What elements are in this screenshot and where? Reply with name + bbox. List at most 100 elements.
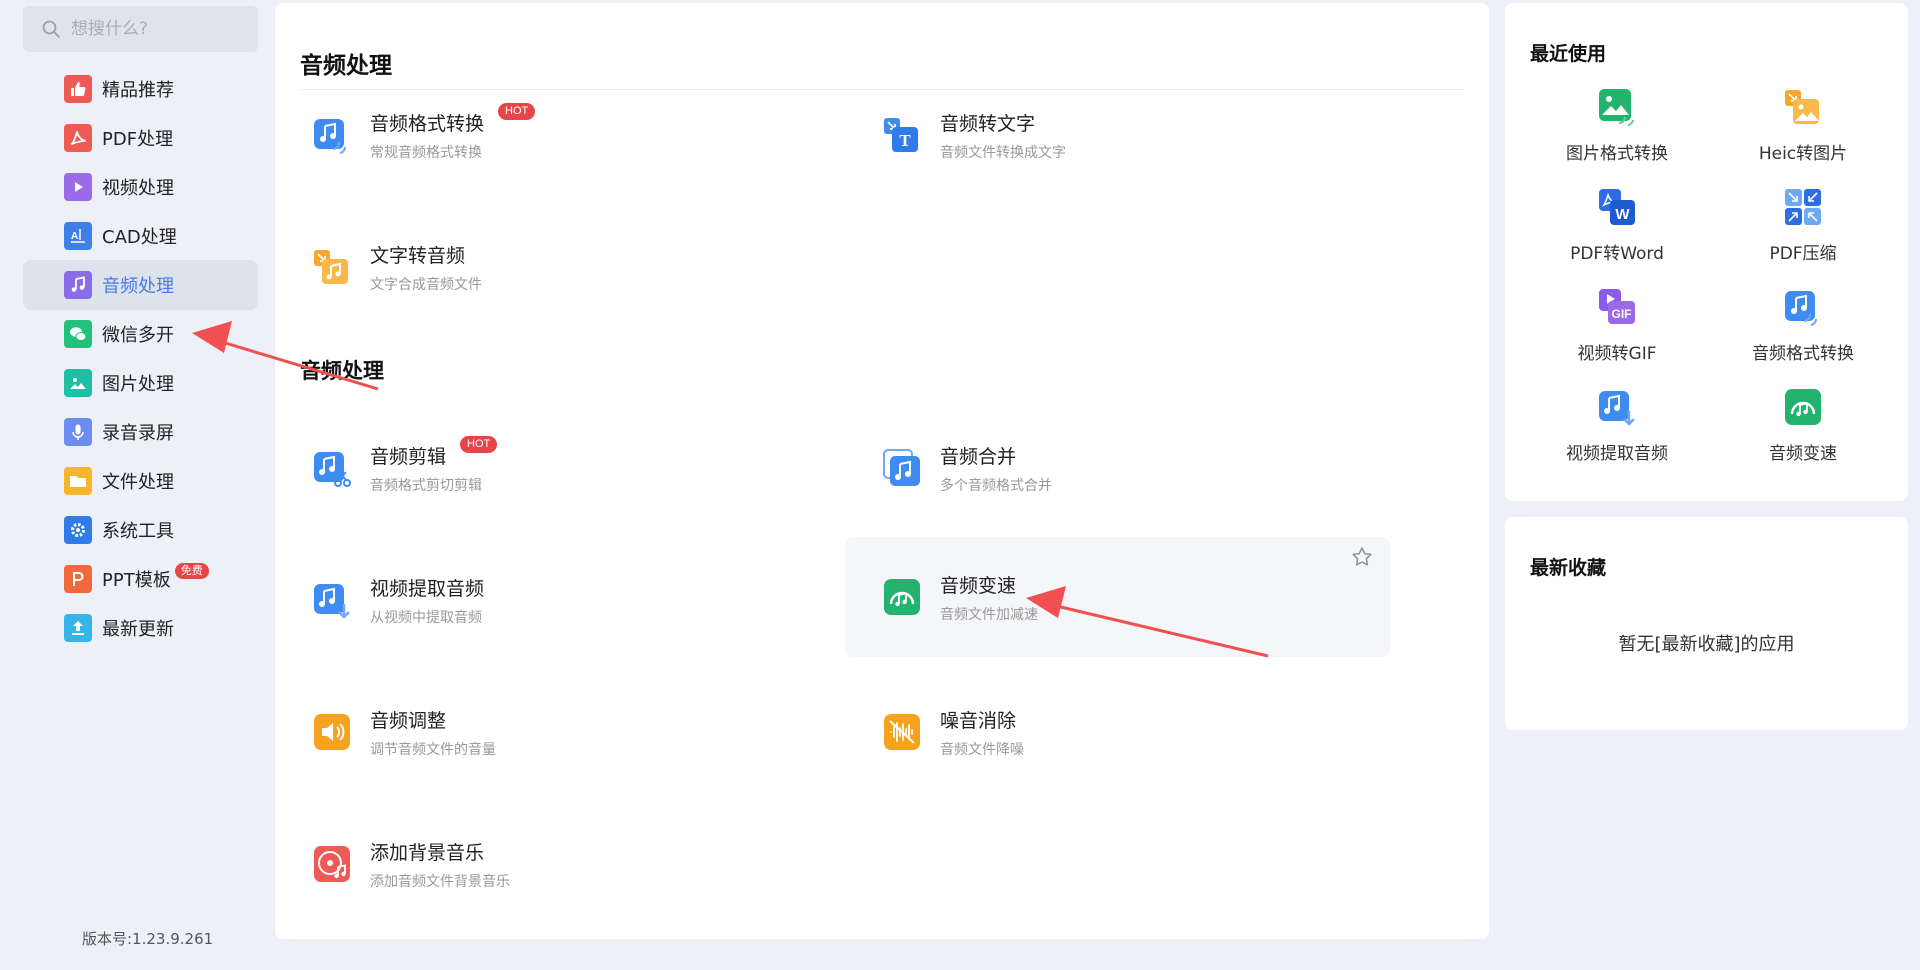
- recent-item-video-to-gif[interactable]: GIF 视频转GIF: [1542, 287, 1692, 377]
- sidebar-item-image[interactable]: 图片处理: [23, 358, 258, 408]
- pdf-to-word-icon: W: [1599, 189, 1635, 225]
- tool-audio-speed[interactable]: 音频变速 音频文件加减速: [845, 537, 1390, 657]
- recent-item-label: Heic转图片: [1758, 144, 1848, 164]
- svg-text:W: W: [1615, 206, 1630, 223]
- background-music-icon: [314, 846, 350, 882]
- tool-name: 音频合并: [940, 445, 1017, 468]
- audio-convert-icon: [314, 119, 347, 154]
- sidebar-item-label: 微信多开: [102, 325, 174, 346]
- sidebar-item-file[interactable]: 文件处理: [23, 456, 258, 506]
- tool-video-extract-audio[interactable]: 视频提取音频 从视频中提取音频: [275, 540, 845, 660]
- tool-name: 音频变速: [940, 574, 1017, 597]
- sidebar-item-featured[interactable]: 精品推荐: [23, 64, 258, 114]
- sidebar-item-label: PPT模板: [102, 570, 171, 591]
- tool-desc: 音频格式剪切剪辑: [370, 477, 482, 494]
- recent-item-heic[interactable]: Heic转图片: [1728, 87, 1878, 177]
- tool-background-music[interactable]: 添加背景音乐 添加音频文件背景音乐: [275, 804, 845, 924]
- tool-name: 音频转文字: [940, 112, 1036, 135]
- version-label: 版本号:1.23.9.261: [82, 930, 214, 948]
- gear-icon: [64, 516, 92, 544]
- tool-audio-format-convert[interactable]: 音频格式转换 HOT 常规音频格式转换: [275, 75, 845, 195]
- recent-item-label: PDF转Word: [1570, 244, 1664, 264]
- search-box[interactable]: [23, 6, 258, 52]
- tool-audio-cut[interactable]: 音频剪辑 HOT 音频格式剪切剪辑: [275, 408, 845, 528]
- recent-item-label: 音频格式转换: [1752, 344, 1854, 364]
- recent-item-label: PDF压缩: [1769, 244, 1837, 264]
- video-extract-audio-icon: [314, 584, 350, 619]
- tool-audio-to-text[interactable]: T 音频转文字 音频文件转换成文字: [845, 75, 1415, 195]
- volume-icon: [314, 714, 350, 750]
- sidebar-item-audio[interactable]: 音频处理: [23, 260, 258, 310]
- video-to-gif-icon: GIF: [1599, 289, 1635, 324]
- tool-audio-merge[interactable]: 音频合并 多个音频格式合并: [845, 408, 1415, 528]
- recent-item-pdf-to-word[interactable]: W PDF转Word: [1542, 187, 1692, 277]
- section-title: 音频处理: [300, 359, 384, 383]
- main-panel: 音频处理 音频格式转换 HOT 常规音频格式转换 T 音频转文字 音频文件转换成文…: [275, 3, 1489, 939]
- recent-item-label: 视频提取音频: [1566, 444, 1668, 464]
- tool-text-to-audio[interactable]: 文字转音频 文字合成音频文件: [275, 207, 845, 327]
- audio-speed-icon: [1785, 389, 1821, 425]
- star-icon[interactable]: [1350, 545, 1374, 569]
- audio-convert-icon: [1785, 291, 1818, 326]
- recent-item-label: 音频变速: [1769, 444, 1837, 464]
- heic-icon: [1785, 90, 1819, 124]
- search-input[interactable]: [71, 19, 251, 39]
- sidebar-item-label: 音频处理: [102, 276, 174, 297]
- sidebar-item-label: 图片处理: [102, 374, 174, 395]
- audio-speed-icon: [884, 579, 920, 615]
- hot-badge: HOT: [498, 102, 536, 120]
- sidebar-item-record[interactable]: 录音录屏: [23, 407, 258, 457]
- tool-desc: 多个音频格式合并: [940, 477, 1052, 494]
- text-to-audio-icon: [314, 250, 348, 284]
- tool-desc: 音频文件降噪: [940, 741, 1024, 758]
- audio-cut-icon: [314, 452, 351, 487]
- tool-name: 视频提取音频: [370, 577, 485, 600]
- svg-text:T: T: [899, 131, 911, 150]
- favorites-empty-text: 暂无[最新收藏]的应用: [1618, 634, 1795, 655]
- sidebar-item-update[interactable]: 最新更新: [23, 603, 258, 653]
- sidebar-item-ppt[interactable]: PPT模板 免费: [23, 554, 258, 604]
- microphone-icon: [64, 418, 92, 446]
- recent-title: 最近使用: [1530, 43, 1607, 65]
- tool-desc: 文字合成音频文件: [370, 276, 482, 293]
- recent-panel: 最近使用 图片格式转换 Heic转图片 W PDF转Word PDF压缩 GIF…: [1505, 3, 1908, 501]
- noise-reduction-icon: [884, 714, 920, 750]
- video-extract-audio-icon: [1599, 391, 1635, 426]
- pdf-icon: [64, 124, 92, 152]
- wechat-icon: [64, 320, 92, 348]
- cad-icon: A: [64, 222, 92, 250]
- thumbs-up-icon: [64, 75, 92, 103]
- recent-item-image-convert[interactable]: 图片格式转换: [1542, 87, 1692, 177]
- tool-name: 文字转音频: [370, 244, 466, 267]
- recent-item-pdf-compress[interactable]: PDF压缩: [1728, 187, 1878, 277]
- tool-desc: 添加音频文件背景音乐: [370, 873, 510, 890]
- recent-item-audio-speed[interactable]: 音频变速: [1728, 387, 1878, 477]
- tool-desc: 从视频中提取音频: [370, 609, 482, 626]
- sidebar-item-pdf[interactable]: PDF处理: [23, 113, 258, 163]
- recent-item-video-extract-audio[interactable]: 视频提取音频: [1542, 387, 1692, 477]
- sidebar-item-label: 精品推荐: [102, 80, 174, 101]
- tool-volume-adjust[interactable]: 音频调整 调节音频文件的音量: [275, 672, 845, 792]
- sidebar-item-wechat[interactable]: 微信多开: [23, 309, 258, 359]
- sidebar-item-label: 文件处理: [102, 472, 174, 493]
- sidebar-item-label: PDF处理: [102, 129, 174, 150]
- search-icon: [42, 20, 60, 38]
- tool-noise-reduction[interactable]: 噪音消除 音频文件降噪: [845, 672, 1415, 792]
- audio-to-text-icon: T: [884, 118, 918, 152]
- sidebar-item-label: 录音录屏: [102, 423, 174, 444]
- favorites-panel: 最新收藏 暂无[最新收藏]的应用: [1505, 517, 1908, 730]
- recent-item-audio-convert[interactable]: 音频格式转换: [1728, 287, 1878, 377]
- sidebar-item-video[interactable]: 视频处理: [23, 162, 258, 212]
- sidebar-item-system[interactable]: 系统工具: [23, 505, 258, 555]
- pdf-compress-icon: [1785, 189, 1821, 225]
- tool-name: 音频格式转换: [370, 112, 485, 135]
- sidebar-item-label: 最新更新: [102, 619, 174, 640]
- tool-desc: 调节音频文件的音量: [370, 741, 496, 758]
- folder-icon: [64, 467, 92, 495]
- sidebar-item-cad[interactable]: A CAD处理: [23, 211, 258, 261]
- tool-name: 音频剪辑: [370, 445, 447, 468]
- free-badge: 免费: [174, 563, 209, 579]
- tool-desc: 音频文件加减速: [940, 606, 1038, 623]
- tool-desc: 音频文件转换成文字: [940, 144, 1066, 161]
- audio-merge-icon: [883, 449, 920, 486]
